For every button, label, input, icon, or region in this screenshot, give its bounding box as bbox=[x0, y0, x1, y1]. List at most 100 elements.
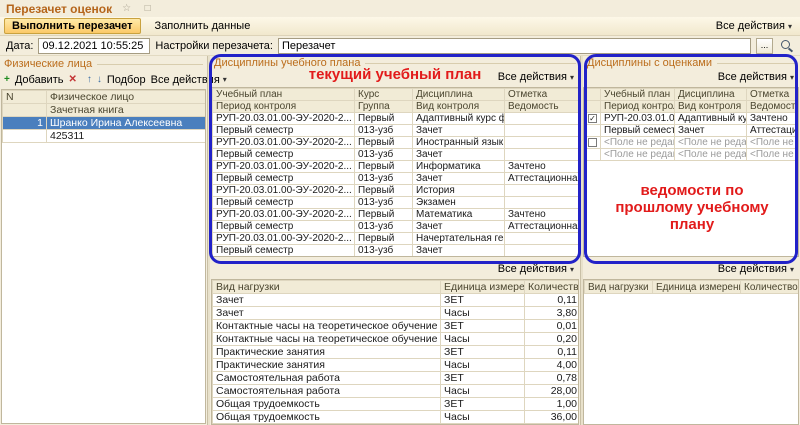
table-row[interactable]: ЗачетЧасы3,80 bbox=[213, 307, 580, 320]
table-cell[interactable]: Адаптивный курс физики bbox=[413, 113, 505, 125]
table-cell[interactable]: Первый bbox=[355, 185, 413, 197]
column-header[interactable]: Вид нагрузки bbox=[585, 281, 653, 294]
table-cell[interactable]: ЗЕТ bbox=[441, 294, 525, 307]
choose-button[interactable]: ... bbox=[756, 38, 773, 54]
table-row[interactable]: РУП-20.03.01.00-ЭУ-2020-2...ПервыйИстори… bbox=[213, 185, 580, 197]
fill-data-button[interactable]: Заполнить данные bbox=[147, 18, 259, 34]
table-cell[interactable]: 013-узб bbox=[355, 197, 413, 209]
favorites-star-icon[interactable]: ☆ bbox=[120, 2, 133, 15]
search-icon[interactable] bbox=[778, 38, 794, 54]
table-cell[interactable]: Первый семестр bbox=[213, 125, 355, 137]
table-cell[interactable]: <Поле не редакт... bbox=[601, 149, 675, 161]
table-cell[interactable]: 1 bbox=[3, 117, 47, 130]
table-row[interactable]: Контактные часы на теоретическое обучени… bbox=[213, 333, 580, 346]
column-header-person[interactable]: Физическое лицо bbox=[47, 91, 206, 104]
table-cell[interactable] bbox=[505, 137, 580, 149]
table-cell[interactable]: <Поле не редак... bbox=[675, 149, 747, 161]
table-cell[interactable]: Аттестационная ведомо... bbox=[505, 173, 580, 185]
table-cell[interactable]: Аттестационная ведомо... bbox=[505, 221, 580, 233]
table-cell[interactable]: <Поле не редак... bbox=[675, 137, 747, 149]
date-input[interactable] bbox=[38, 38, 150, 54]
table-cell[interactable] bbox=[505, 245, 580, 257]
table-row[interactable]: 1Шранко Ирина Алексеевна bbox=[3, 117, 206, 130]
column-header[interactable]: Дисциплина bbox=[675, 89, 747, 101]
plan-load-all-actions-button[interactable]: Все действия ▾ bbox=[498, 263, 574, 275]
table-row[interactable]: Общая трудоемкостьЗЕТ1,00 bbox=[213, 398, 580, 411]
table-row[interactable]: РУП-20.03.01.00-ЭУ-2020-2...ПервыйИнформ… bbox=[213, 161, 580, 173]
window-box-icon[interactable]: □ bbox=[141, 2, 154, 15]
table-cell[interactable]: Часы bbox=[441, 359, 525, 372]
table-cell[interactable]: РУП-20.03.01.00-ЭУ-2020-2... bbox=[213, 185, 355, 197]
column-header[interactable]: Период контроля bbox=[601, 101, 675, 113]
column-header[interactable]: Период контроля bbox=[213, 101, 355, 113]
table-cell[interactable] bbox=[505, 197, 580, 209]
table-cell[interactable]: Контактные часы на теоретическое обучени… bbox=[213, 333, 441, 346]
table-row[interactable]: <Поле не редакт...<Поле не редак...<Поле… bbox=[585, 149, 800, 161]
table-cell[interactable] bbox=[505, 185, 580, 197]
table-cell[interactable]: Зачет bbox=[413, 221, 505, 233]
table-cell[interactable] bbox=[505, 149, 580, 161]
table-cell[interactable] bbox=[505, 233, 580, 245]
column-header[interactable]: Единица измерения bbox=[441, 281, 525, 294]
table-row[interactable]: Практические занятияЗЕТ0,11 bbox=[213, 346, 580, 359]
marks-all-actions-button[interactable]: Все действия ▾ bbox=[718, 71, 794, 83]
column-header[interactable]: Отметка bbox=[505, 89, 580, 101]
table-cell[interactable]: ЗЕТ bbox=[441, 320, 525, 333]
column-header[interactable]: Вид контроля bbox=[675, 101, 747, 113]
table-cell[interactable]: Часы bbox=[441, 385, 525, 398]
table-cell[interactable]: Зачтено bbox=[747, 113, 800, 125]
checkbox-cell[interactable] bbox=[585, 137, 601, 149]
table-cell[interactable]: <Поле не редакти... bbox=[747, 137, 800, 149]
column-header[interactable]: Ведомость bbox=[505, 101, 580, 113]
table-row[interactable]: Контактные часы на теоретическое обучени… bbox=[213, 320, 580, 333]
table-row[interactable]: Самостоятельная работаЗЕТ0,78 bbox=[213, 372, 580, 385]
table-cell[interactable]: Часы bbox=[441, 411, 525, 424]
table-cell[interactable]: Самостоятельная работа bbox=[213, 385, 441, 398]
table-cell[interactable]: Зачтено bbox=[505, 209, 580, 221]
marks-load-all-actions-button[interactable]: Все действия ▾ bbox=[718, 263, 794, 275]
table-row[interactable]: Самостоятельная работаЧасы28,00 bbox=[213, 385, 580, 398]
table-row[interactable]: Первый семестр013-узбЗачетАттестационная… bbox=[213, 221, 580, 233]
table-cell[interactable]: 0,20 bbox=[525, 333, 580, 346]
table-cell[interactable]: Контактные часы на теоретическое обучени… bbox=[213, 320, 441, 333]
table-cell[interactable]: Первый bbox=[355, 113, 413, 125]
checkbox-cell[interactable]: ✓ bbox=[585, 113, 601, 125]
table-cell[interactable]: <Поле не редакти... bbox=[747, 149, 800, 161]
column-header[interactable]: Вид нагрузки bbox=[213, 281, 441, 294]
table-cell[interactable]: ЗЕТ bbox=[441, 372, 525, 385]
table-cell[interactable]: Первый семестр bbox=[213, 173, 355, 185]
table-cell[interactable]: Общая трудоемкость bbox=[213, 411, 441, 424]
table-cell[interactable]: Первый семестр bbox=[213, 221, 355, 233]
table-cell[interactable]: Первый семестр bbox=[213, 149, 355, 161]
table-cell[interactable]: Первый семестр bbox=[213, 197, 355, 209]
column-header-book[interactable]: Зачетная книга bbox=[47, 104, 206, 117]
table-cell[interactable]: 0,78 bbox=[525, 372, 580, 385]
table-row[interactable]: Первый семестр013-узбЗачетАттестационная… bbox=[213, 173, 580, 185]
table-cell[interactable]: Шранко Ирина Алексеевна bbox=[47, 117, 206, 130]
recredit-settings-input[interactable] bbox=[278, 38, 751, 54]
table-cell[interactable]: Часы bbox=[441, 307, 525, 320]
column-header[interactable]: Отметка bbox=[747, 89, 800, 101]
table-cell[interactable]: ЗЕТ bbox=[441, 346, 525, 359]
table-cell[interactable]: Экзамен bbox=[413, 197, 505, 209]
table-cell[interactable]: РУП-20.03.01.00-... bbox=[601, 113, 675, 125]
table-cell[interactable]: 013-узб bbox=[355, 125, 413, 137]
table-cell[interactable]: 013-узб bbox=[355, 149, 413, 161]
pick-button[interactable]: Подбор bbox=[107, 74, 146, 86]
table-row[interactable]: РУП-20.03.01.00-ЭУ-2020-2...ПервыйМатема… bbox=[213, 209, 580, 221]
table-cell[interactable]: 28,00 bbox=[525, 385, 580, 398]
table-cell[interactable]: 36,00 bbox=[525, 411, 580, 424]
table-cell[interactable]: Зачет bbox=[413, 149, 505, 161]
table-cell[interactable]: РУП-20.03.01.00-ЭУ-2020-2... bbox=[213, 137, 355, 149]
table-cell[interactable]: Практические занятия bbox=[213, 346, 441, 359]
column-header[interactable]: Группа bbox=[355, 101, 413, 113]
checkbox-checked-icon[interactable]: ✓ bbox=[588, 114, 597, 123]
table-row[interactable]: 425311 bbox=[3, 130, 206, 143]
table-cell[interactable]: РУП-20.03.01.00-ЭУ-2020-2... bbox=[213, 209, 355, 221]
add-icon[interactable]: + bbox=[4, 73, 10, 87]
checkbox-cell[interactable] bbox=[585, 125, 601, 137]
column-header[interactable]: Ведомость bbox=[747, 101, 800, 113]
column-header[interactable]: Дисциплина bbox=[413, 89, 505, 101]
checkbox-unchecked-icon[interactable] bbox=[588, 138, 597, 147]
table-cell[interactable]: Начертательная геомет... bbox=[413, 233, 505, 245]
